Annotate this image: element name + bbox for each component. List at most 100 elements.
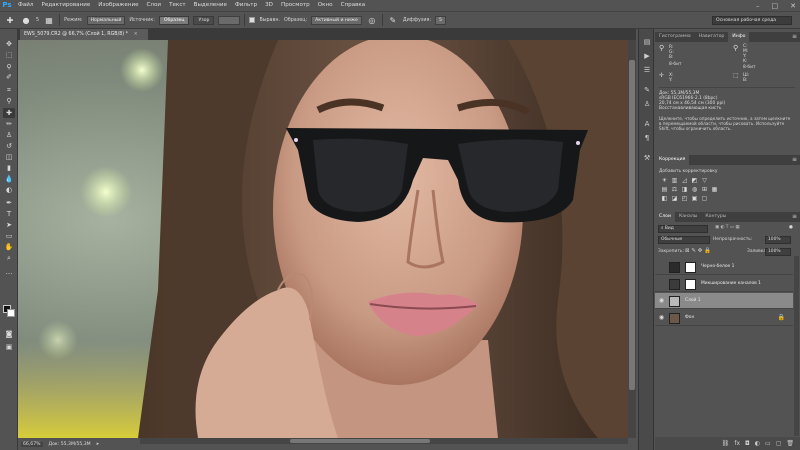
photo-filter-icon[interactable]: ⊞ — [701, 186, 708, 193]
pressure-icon[interactable]: ✎ — [387, 14, 399, 26]
menu-3d[interactable]: 3D — [261, 0, 277, 11]
layer-name[interactable]: Черно-белое 1 — [701, 264, 734, 269]
invert-icon[interactable]: ◧ — [661, 195, 668, 202]
close-window-button[interactable]: ✕ — [790, 2, 796, 10]
pattern-picker[interactable] — [218, 15, 241, 25]
document-tab[interactable]: EWS_5079.CR2 @ 66,7% (Слой 1, RGB/8) * × — [20, 29, 148, 40]
exposure-icon[interactable]: ◩ — [691, 177, 698, 184]
screen-mode-icon[interactable]: ▣ — [3, 342, 15, 352]
blend-mode-select[interactable]: Обычные — [658, 236, 710, 244]
threshold-icon[interactable]: ◰ — [681, 195, 688, 202]
layer-filter-icons[interactable]: ▣ ◐ T ▭ ▦ — [715, 225, 740, 230]
brush-tool-icon[interactable]: ✏ — [3, 119, 15, 129]
pen-tool-icon[interactable]: ✒ — [3, 198, 15, 208]
character-panel-icon[interactable]: A — [642, 119, 652, 129]
menu-filter[interactable]: Фильтр — [231, 0, 261, 11]
tab-corrections[interactable]: Коррекция — [655, 155, 690, 165]
diffusion-select[interactable]: 5 — [434, 15, 446, 25]
brush-panel-icon[interactable]: ▦ — [43, 14, 55, 26]
brushes-panel-icon[interactable]: ✎ — [642, 85, 652, 95]
layer-row-background[interactable]: ◉ Фон 🔒 — [655, 310, 793, 326]
source-sampled-button[interactable]: Образец — [158, 15, 190, 25]
background-color-swatch[interactable] — [7, 309, 15, 317]
more-tools-icon[interactable]: … — [3, 267, 15, 277]
curves-icon[interactable]: ◿ — [681, 177, 688, 184]
brush-preset-icon[interactable]: ● — [20, 14, 32, 26]
layers-menu-icon[interactable]: ≡ — [792, 212, 797, 222]
sample-select[interactable]: Активный и ниже — [311, 15, 362, 25]
tab-info[interactable]: Инфо — [728, 32, 750, 42]
mask-icon[interactable]: ◘ — [745, 440, 750, 447]
clone-source-panel-icon[interactable]: ♙ — [642, 99, 652, 109]
levels-icon[interactable]: ▥ — [671, 177, 678, 184]
menu-file[interactable]: Файл — [14, 0, 37, 11]
layer-filter-select[interactable]: ⌕ Вид — [658, 225, 708, 233]
vibrance-icon[interactable]: ▤ — [661, 186, 668, 193]
dodge-tool-icon[interactable]: ◐ — [3, 185, 15, 195]
minimize-button[interactable]: – — [756, 2, 760, 10]
hand-tool-icon[interactable]: ✋ — [3, 242, 15, 252]
source-pattern-button[interactable]: Узор — [193, 15, 215, 25]
close-document-icon[interactable]: × — [134, 32, 138, 37]
eye-icon[interactable]: ◉ — [658, 297, 665, 304]
color-lookup-icon[interactable]: ▦ — [711, 186, 718, 193]
quick-selection-tool-icon[interactable]: ✐ — [3, 72, 15, 82]
aligned-checkbox[interactable] — [249, 17, 256, 23]
layer-visibility-off-icon[interactable] — [658, 263, 665, 270]
hue-saturation-icon[interactable]: ⚖ — [671, 186, 678, 193]
properties-panel-icon[interactable]: ☰ — [642, 65, 652, 75]
healing-brush-tool-icon[interactable]: ✚ — [3, 108, 15, 118]
actions-panel-icon[interactable]: ▶ — [642, 51, 652, 61]
selective-color-icon[interactable]: ▣ — [691, 195, 698, 202]
blur-tool-icon[interactable]: 💧 — [3, 174, 15, 184]
lasso-tool-icon[interactable]: ϙ — [3, 61, 15, 71]
brush-size-value[interactable]: 5 — [36, 18, 39, 23]
lock-icons[interactable]: ⊠ ✎ ✥ 🔒 — [685, 248, 711, 254]
menu-text[interactable]: Текст — [165, 0, 190, 11]
trash-icon[interactable]: 🗑 — [786, 440, 794, 447]
menu-window[interactable]: Окно — [314, 0, 337, 11]
brightness-icon[interactable]: ☀ — [661, 177, 668, 184]
workspace-select[interactable]: Основная рабочая среда — [712, 16, 792, 25]
menu-layers[interactable]: Слои — [143, 0, 166, 11]
new-layer-icon[interactable]: ▢ — [776, 440, 782, 447]
folder-icon[interactable]: ▭ — [765, 440, 771, 447]
tab-navigator[interactable]: Навигатор — [695, 32, 729, 42]
zoom-level[interactable]: 66,67% — [21, 441, 43, 447]
opacity-input[interactable]: 100% — [765, 236, 791, 244]
layer-visibility-off-icon[interactable] — [658, 280, 665, 287]
tab-histogram[interactable]: Гистограмма — [655, 32, 695, 42]
eye-icon[interactable]: ◉ — [658, 314, 665, 321]
ignore-adjustment-icon[interactable]: ◎ — [366, 14, 378, 26]
link-icon[interactable]: ⛓ — [722, 440, 730, 447]
adjustment-icon[interactable]: ◐ — [755, 440, 760, 447]
color-balance-icon[interactable]: ◨ — [681, 186, 688, 193]
tab-paths[interactable]: Контуры — [701, 212, 730, 222]
history-panel-icon[interactable]: ▤ — [642, 37, 652, 47]
panel-menu-icon[interactable]: ≡ — [792, 32, 797, 42]
corrections-menu-icon[interactable]: ≡ — [792, 155, 797, 165]
horizontal-scroll-thumb[interactable] — [290, 439, 430, 443]
gradient-fill-icon[interactable]: ▢ — [701, 195, 708, 202]
eraser-tool-icon[interactable]: ◫ — [3, 152, 15, 162]
gradient-map-icon[interactable]: ▽ — [701, 177, 708, 184]
eyedropper-tool-icon[interactable]: ⚲ — [3, 96, 15, 106]
layer-name[interactable]: Фон — [685, 315, 694, 320]
quick-mask-icon[interactable]: ◙ — [3, 329, 15, 339]
menu-help[interactable]: Справка — [337, 0, 370, 11]
gradient-tool-icon[interactable]: ▮ — [3, 163, 15, 173]
tab-layers[interactable]: Слои — [655, 212, 675, 222]
menu-image[interactable]: Изображение — [94, 0, 142, 11]
clone-stamp-tool-icon[interactable]: ♙ — [3, 130, 15, 140]
fill-input[interactable]: 100% — [765, 248, 791, 256]
tool-presets-panel-icon[interactable]: ⚒ — [642, 153, 652, 163]
layer-name[interactable]: Слой 1 — [685, 298, 701, 303]
maximize-button[interactable]: □ — [772, 2, 779, 10]
layer-name[interactable]: Микширование каналов 1 — [701, 281, 761, 286]
move-tool-icon[interactable]: ✥ — [3, 39, 15, 49]
type-tool-icon[interactable]: T — [3, 209, 15, 219]
tab-channels[interactable]: Каналы — [675, 212, 701, 222]
black-white-icon[interactable]: ◍ — [691, 186, 698, 193]
history-brush-tool-icon[interactable]: ↺ — [3, 141, 15, 151]
mode-select[interactable]: Нормальный — [86, 15, 126, 25]
